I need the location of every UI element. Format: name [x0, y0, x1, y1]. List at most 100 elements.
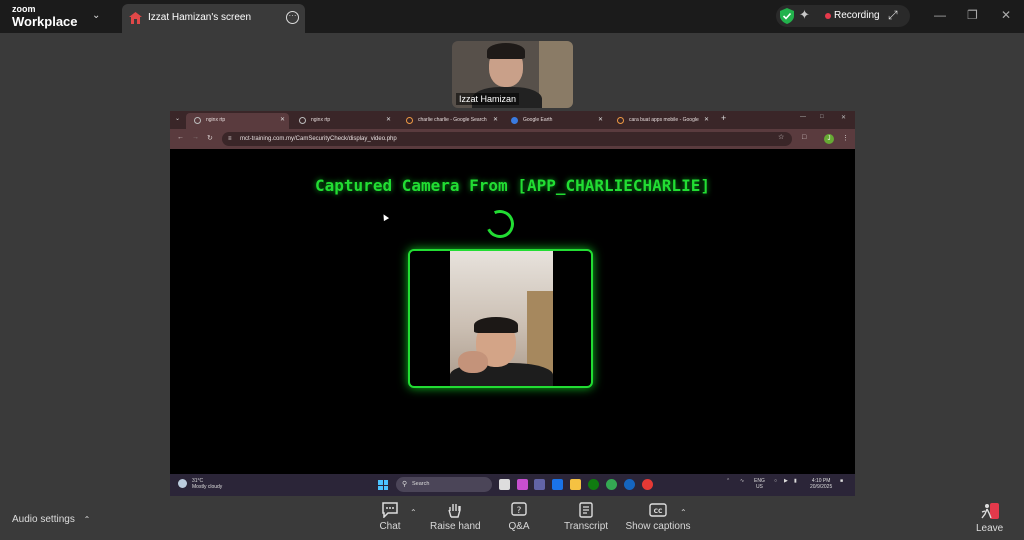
close-icon[interactable]: ✕	[841, 114, 846, 121]
site-info-icon[interactable]: ≡	[228, 132, 232, 146]
show-captions-button[interactable]: CC Show captions	[624, 502, 692, 532]
camera-feed	[450, 251, 553, 386]
zoom-logo-line1: zoom	[12, 4, 36, 14]
taskbar-clock[interactable]: 4:10 PM 20/9/2025	[810, 478, 832, 490]
restore-icon[interactable]: □	[820, 114, 824, 120]
leave-button[interactable]: Leave	[976, 502, 1003, 534]
transcript-icon	[579, 502, 593, 518]
reload-icon[interactable]: ↻	[207, 134, 213, 142]
volume-icon[interactable]: ▶	[784, 478, 788, 484]
extensions-icon[interactable]: □	[802, 134, 806, 141]
search-icon: ⚲	[402, 481, 408, 488]
browser-tab[interactable]: Google Earth ✕	[503, 113, 607, 129]
hand-icon	[448, 504, 461, 518]
close-icon[interactable]: ✕	[1001, 8, 1011, 22]
web-page: Captured Camera From [APP_CHARLIECHARLIE…	[170, 149, 855, 474]
close-tab-icon[interactable]: ✕	[386, 113, 391, 127]
chat-label: Chat	[379, 521, 401, 532]
windows-start-icon[interactable]	[378, 480, 388, 490]
fullscreen-icon[interactable]: ⤢	[888, 8, 898, 23]
app-icon[interactable]	[642, 479, 653, 490]
audio-settings-button[interactable]: Audio settings ⌃	[12, 514, 90, 525]
chat-button[interactable]: Chat	[372, 502, 408, 532]
minimize-icon[interactable]: —	[800, 114, 806, 120]
tab-title: charlie charlie - Google Search	[418, 117, 487, 123]
meeting-status-pill: ✦ Recording ⤢	[776, 5, 910, 27]
task-view-icon[interactable]	[499, 479, 510, 490]
tab-search-icon[interactable]: ⌄	[175, 115, 180, 122]
chevron-down-icon[interactable]: ⌄	[92, 10, 100, 21]
show-captions-label: Show captions	[625, 521, 691, 532]
browser-menu-icon[interactable]: ⋮	[842, 134, 849, 142]
captions-options-chevron-icon[interactable]: ⌃	[680, 508, 687, 517]
restore-icon[interactable]: ❐	[967, 8, 978, 22]
leave-label: Leave	[976, 523, 1004, 534]
more-options-icon[interactable]: ···	[286, 11, 299, 24]
audio-settings-label: Audio settings	[12, 514, 75, 525]
google-icon	[406, 117, 413, 124]
qa-button[interactable]: ? Q&A	[504, 502, 534, 532]
mouse-cursor-icon	[380, 212, 390, 222]
address-bar[interactable]: ≡ mct-training.com.my/CamSecurityCheck/d…	[222, 132, 792, 146]
taskbar-search[interactable]: ⚲ Search	[396, 477, 492, 492]
chrome-icon[interactable]	[606, 479, 617, 490]
browser-tab[interactable]: nginx rtp ✕	[186, 113, 289, 129]
transcript-label: Transcript	[563, 521, 609, 532]
tab-title: nginx rtp	[206, 117, 226, 123]
back-icon[interactable]: ←	[177, 134, 184, 141]
teams-icon[interactable]	[534, 479, 545, 490]
captured-video[interactable]	[408, 249, 593, 388]
bookmark-star-icon[interactable]: ☆	[778, 133, 784, 141]
network-icon[interactable]: ∿	[740, 478, 744, 484]
transcript-button[interactable]: Transcript	[562, 502, 610, 532]
raise-hand-button[interactable]: Raise hand	[430, 502, 481, 532]
url-text: mct-training.com.my/CamSecurityCheck/dis…	[240, 136, 397, 142]
battery-icon[interactable]: ▮	[794, 478, 797, 484]
clock-date: 20/9/2025	[810, 484, 833, 490]
share-tab-label: Izzat Hamizan's screen	[148, 12, 252, 23]
close-tab-icon[interactable]: ✕	[704, 113, 709, 127]
participant-name: Izzat Hamizan	[456, 93, 520, 105]
tab-title: cara buat apps mobile - Google	[629, 117, 699, 123]
close-tab-icon[interactable]: ✕	[598, 113, 603, 127]
language-line2: US	[755, 484, 763, 490]
tab-title: nginx rtp	[311, 117, 331, 123]
minimize-icon[interactable]: —	[934, 8, 946, 22]
chat-options-chevron-icon[interactable]: ⌃	[410, 508, 417, 517]
mail-icon[interactable]	[552, 479, 563, 490]
show-hidden-icons[interactable]: ⌃	[726, 478, 730, 484]
closed-captions-icon: CC	[649, 503, 667, 517]
file-explorer-icon[interactable]	[570, 479, 581, 490]
zoom-logo[interactable]: zoom Workplace	[12, 4, 78, 29]
close-tab-icon[interactable]: ✕	[280, 113, 285, 127]
earth-icon	[511, 117, 518, 124]
share-screen-tab[interactable]: Izzat Hamizan's screen ···	[122, 4, 305, 33]
browser-tab[interactable]: charlie charlie - Google Search ✕	[398, 113, 502, 129]
svg-text:?: ?	[517, 506, 522, 516]
shield-icon[interactable]	[780, 8, 794, 24]
notification-icon[interactable]: ■	[840, 478, 843, 484]
language-indicator[interactable]: ENG US	[754, 478, 765, 490]
zoom-title-bar: zoom Workplace ⌄ Izzat Hamizan's screen …	[0, 0, 1024, 33]
forward-icon[interactable]: →	[192, 134, 199, 141]
globe-icon	[299, 117, 306, 124]
xbox-icon[interactable]	[588, 479, 599, 490]
chevron-up-icon[interactable]: ⌃	[84, 515, 91, 524]
profile-avatar[interactable]: J	[824, 134, 834, 144]
browser-tab[interactable]: nginx rtp ✕	[291, 113, 395, 129]
recording-dot-icon	[825, 13, 831, 19]
new-tab-button[interactable]: +	[721, 113, 726, 123]
ai-companion-icon[interactable]: ✦	[799, 7, 810, 23]
windows-taskbar: 31°C Mostly cloudy ⚲ Search ⌃ ∿ ENG US ○…	[170, 474, 855, 496]
zoom-logo-line2: Workplace	[12, 14, 78, 29]
participant-video[interactable]: Izzat Hamizan	[452, 41, 573, 108]
globe-icon	[194, 117, 201, 124]
app-icon[interactable]	[517, 479, 528, 490]
google-icon	[617, 117, 624, 124]
browser-tab[interactable]: cara buat apps mobile - Google ✕	[609, 113, 713, 129]
svg-text:CC: CC	[654, 508, 663, 515]
zoom-icon[interactable]	[624, 479, 635, 490]
close-tab-icon[interactable]: ✕	[493, 113, 498, 127]
recording-label[interactable]: Recording	[834, 10, 880, 21]
wifi-icon[interactable]: ○	[774, 478, 777, 484]
